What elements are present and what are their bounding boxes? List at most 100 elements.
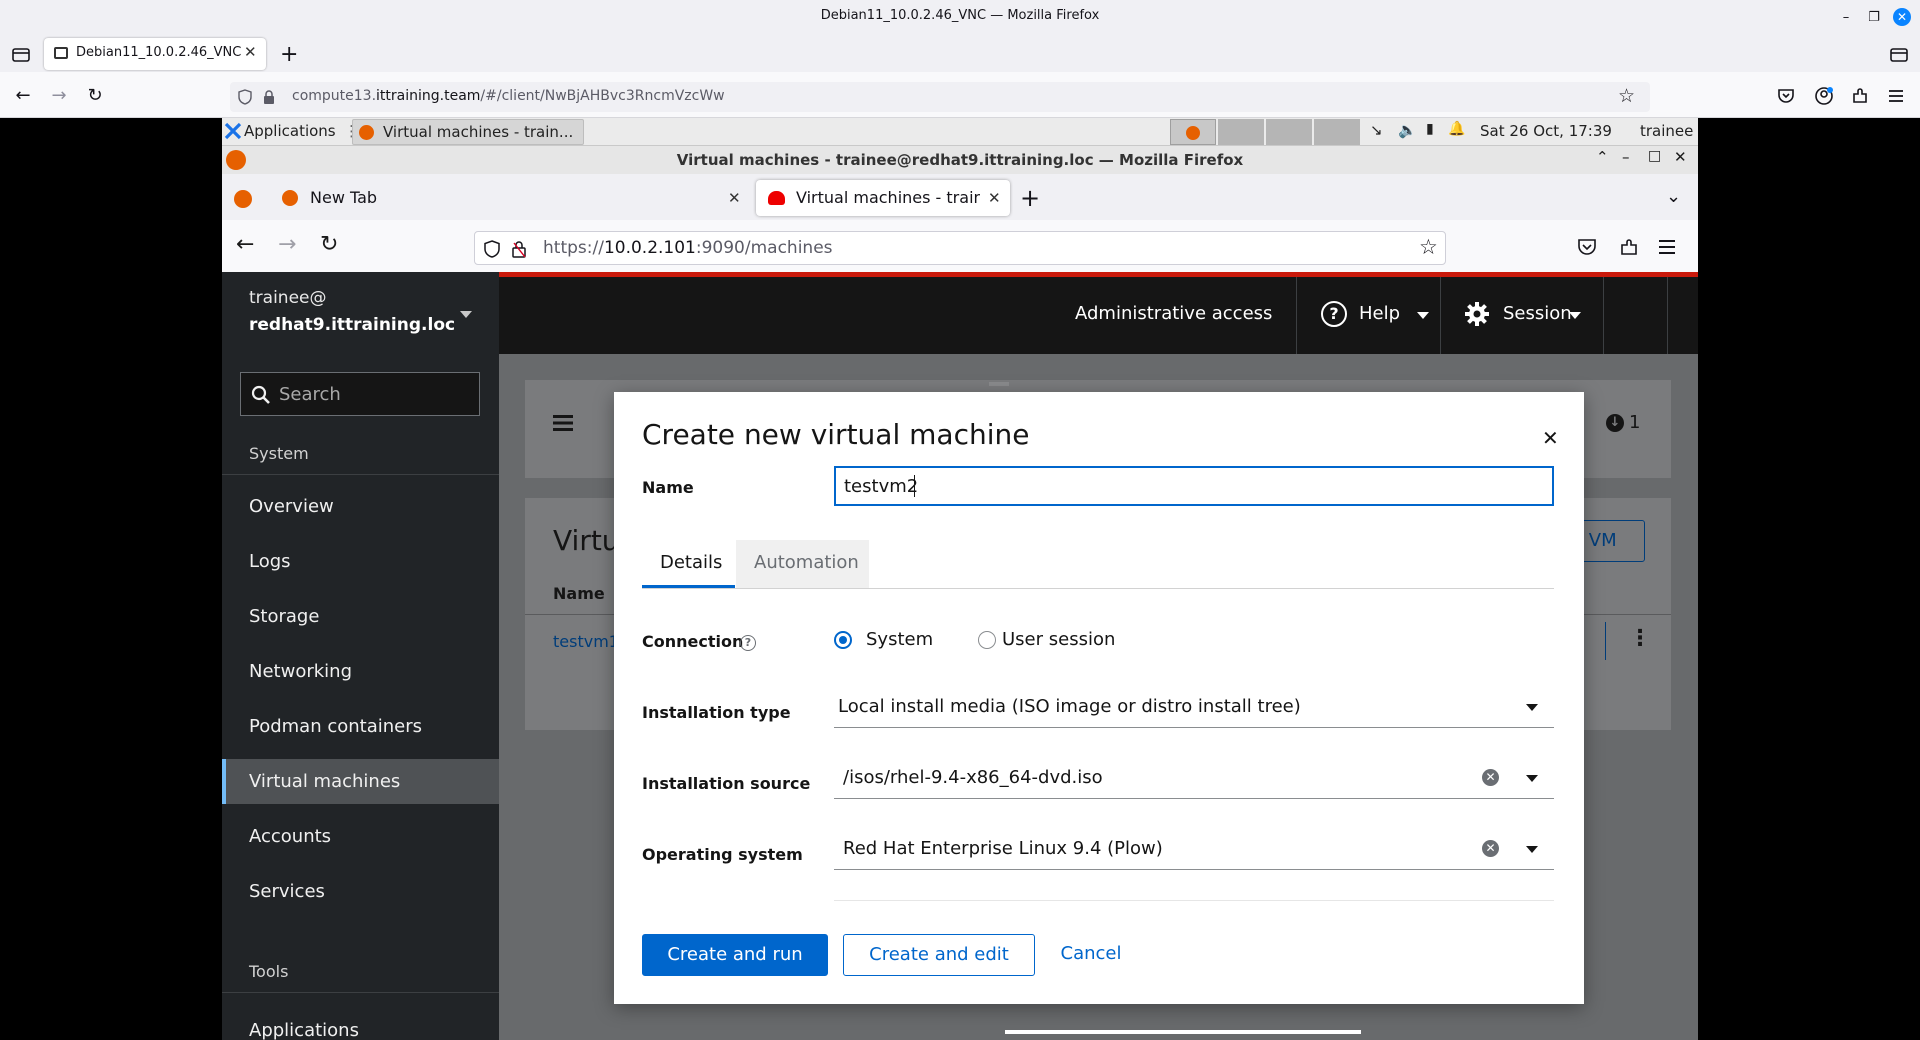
menu-icon[interactable] <box>1656 236 1678 258</box>
menu-icon[interactable] <box>553 414 573 432</box>
close-icon[interactable]: ✕ <box>1542 426 1559 450</box>
minimize-icon[interactable]: – <box>1832 0 1860 34</box>
minimize-icon[interactable]: – <box>1622 148 1630 166</box>
section-tools: Tools <box>249 962 289 981</box>
operating-system-select[interactable]: Red Hat Enterprise Linux 9.4 (Plow) ✕ <box>834 828 1554 870</box>
session-menu[interactable]: Session <box>1441 277 1603 354</box>
radio-user-session[interactable]: User session <box>978 628 1138 654</box>
restore-icon[interactable]: ❐ <box>1860 0 1888 34</box>
outer-url-bar[interactable]: compute13.ittraining.team/#/client/NwBjA… <box>230 82 1650 112</box>
volume-icon[interactable]: 🔈 <box>1398 121 1417 139</box>
tab-automation[interactable]: Automation <box>736 540 869 588</box>
vm-row-link[interactable]: testvm1 <box>553 632 619 651</box>
create-and-edit-button[interactable]: Create and edit <box>843 934 1035 976</box>
drag-handle <box>989 382 1009 386</box>
inner-tab-active[interactable]: Virtual machines - trainee ✕ <box>756 180 1010 216</box>
inner-url-bar[interactable]: https://10.0.2.101:9090/machines ☆ <box>474 231 1446 265</box>
sidebar-item-networking[interactable]: Networking <box>222 649 499 694</box>
firefox-icon <box>1186 126 1200 140</box>
applications-menu[interactable]: Applications <box>244 122 336 140</box>
column-header-name: Name <box>553 584 605 603</box>
close-window-icon[interactable]: ✕ <box>1674 148 1687 166</box>
xfce-logo-icon[interactable] <box>224 122 242 140</box>
sidebar-item-podman-containers[interactable]: Podman containers <box>222 704 499 749</box>
scroll-fade-divider <box>834 900 1554 901</box>
help-icon[interactable]: ? <box>740 635 756 651</box>
close-tab-icon[interactable]: ✕ <box>244 43 257 61</box>
back-icon[interactable]: ← <box>8 80 38 110</box>
reload-icon[interactable]: ↻ <box>320 232 338 257</box>
close-tab-icon[interactable]: ✕ <box>728 180 741 216</box>
tab-list-icon[interactable] <box>10 44 32 66</box>
workspace-2[interactable] <box>1218 119 1264 145</box>
close-window-icon[interactable]: ✕ <box>1888 0 1916 34</box>
reload-icon[interactable]: ↻ <box>80 80 110 110</box>
sidebar-item-virtual-machines[interactable]: Virtual machines <box>222 759 499 804</box>
firefox-view-icon[interactable] <box>1888 44 1910 66</box>
pocket-icon[interactable] <box>1776 86 1796 106</box>
sidebar-item-storage[interactable]: Storage <box>222 594 499 639</box>
extensions-icon[interactable] <box>1618 236 1640 258</box>
menu-icon[interactable] <box>1886 86 1906 106</box>
clear-icon[interactable]: ✕ <box>1482 840 1499 857</box>
new-tab-icon[interactable]: + <box>1020 184 1040 212</box>
inner-tab-new[interactable]: New Tab ✕ <box>268 180 750 216</box>
cancel-button[interactable]: Cancel <box>1048 934 1134 976</box>
new-tab-icon[interactable]: + <box>280 42 298 67</box>
pocket-icon[interactable] <box>1576 236 1598 258</box>
help-label: Help <box>1359 303 1401 324</box>
panel-clock[interactable]: Sat 26 Oct, 17:39 <box>1480 122 1612 140</box>
clear-icon[interactable]: ✕ <box>1482 769 1499 786</box>
search-input[interactable]: Search <box>240 372 480 416</box>
maximize-icon[interactable]: □ <box>1648 148 1661 164</box>
help-menu[interactable]: ? Help <box>1297 277 1440 354</box>
firefox-view-icon[interactable] <box>234 190 252 208</box>
close-tab-icon[interactable]: ✕ <box>988 180 1001 216</box>
sidebar-item-services[interactable]: Services <box>222 869 499 914</box>
extensions-icon[interactable] <box>1850 86 1870 106</box>
name-field[interactable]: testvm2 <box>834 466 1554 506</box>
installation-source-select[interactable]: /isos/rhel-9.4-x86_64-dvd.iso ✕ <box>834 757 1554 799</box>
bookmark-star-icon[interactable]: ☆ <box>1419 235 1438 259</box>
tab-details[interactable]: Details <box>642 540 735 588</box>
inner-window-titlebar: Virtual machines - trainee@redhat9.ittra… <box>222 146 1698 174</box>
create-and-run-button[interactable]: Create and run <box>642 934 828 976</box>
workspace-3[interactable] <box>1266 119 1312 145</box>
chevron-down-icon <box>1417 312 1429 319</box>
installation-type-select[interactable]: Local install media (ISO image or distro… <box>834 686 1554 728</box>
sidebar-item-applications[interactable]: Applications <box>222 1008 499 1040</box>
notification-icon[interactable]: 🔔 <box>1448 121 1465 137</box>
download-icon[interactable]: ↓ <box>1606 414 1624 432</box>
workspace-1[interactable] <box>1170 119 1216 145</box>
sidebar-item-overview[interactable]: Overview <box>222 484 499 529</box>
sidebar-item-accounts[interactable]: Accounts <box>222 814 499 859</box>
taskbar-task[interactable]: Virtual machines - train... <box>352 119 584 145</box>
back-icon[interactable]: ← <box>236 232 254 257</box>
connection-label: Connection <box>642 632 744 651</box>
bookmark-star-icon[interactable]: ☆ <box>1618 85 1635 107</box>
outer-tab[interactable]: Debian11_10.0.2.46_VNC ✕ <box>44 38 266 70</box>
radio-unselected-icon <box>978 631 996 649</box>
firefox-icon <box>359 125 374 140</box>
installation-source-label: Installation source <box>642 774 811 793</box>
kebab-menu-icon[interactable]: ⋮ <box>1629 626 1651 651</box>
inner-tab-label: New Tab <box>310 188 378 207</box>
forward-icon[interactable]: → <box>44 80 74 110</box>
radio-system[interactable]: System <box>834 628 944 654</box>
sidebar-item-logs[interactable]: Logs <box>222 539 499 584</box>
shield-icon <box>238 89 252 105</box>
outer-window-titlebar: Debian11_10.0.2.46_VNC — Mozilla Firefox <box>0 0 1920 34</box>
host-switcher[interactable]: trainee@ redhat9.ittraining.loc <box>222 272 499 354</box>
shield-icon <box>484 240 500 258</box>
list-all-tabs-icon[interactable]: ⌄ <box>1666 186 1681 207</box>
battery-icon[interactable]: ▮ <box>1426 121 1434 137</box>
forward-icon[interactable]: → <box>278 232 296 257</box>
account-icon[interactable] <box>1814 86 1834 106</box>
shade-icon[interactable]: ⌃ <box>1596 148 1609 166</box>
inner-tab-label: Virtual machines - trainee <box>796 188 980 207</box>
lock-icon <box>262 89 276 105</box>
workspace-4[interactable] <box>1314 119 1360 145</box>
panel-user[interactable]: trainee <box>1640 122 1693 140</box>
administrative-access-button[interactable]: Administrative access <box>1075 303 1272 324</box>
network-icon[interactable]: ↘ <box>1370 121 1383 139</box>
